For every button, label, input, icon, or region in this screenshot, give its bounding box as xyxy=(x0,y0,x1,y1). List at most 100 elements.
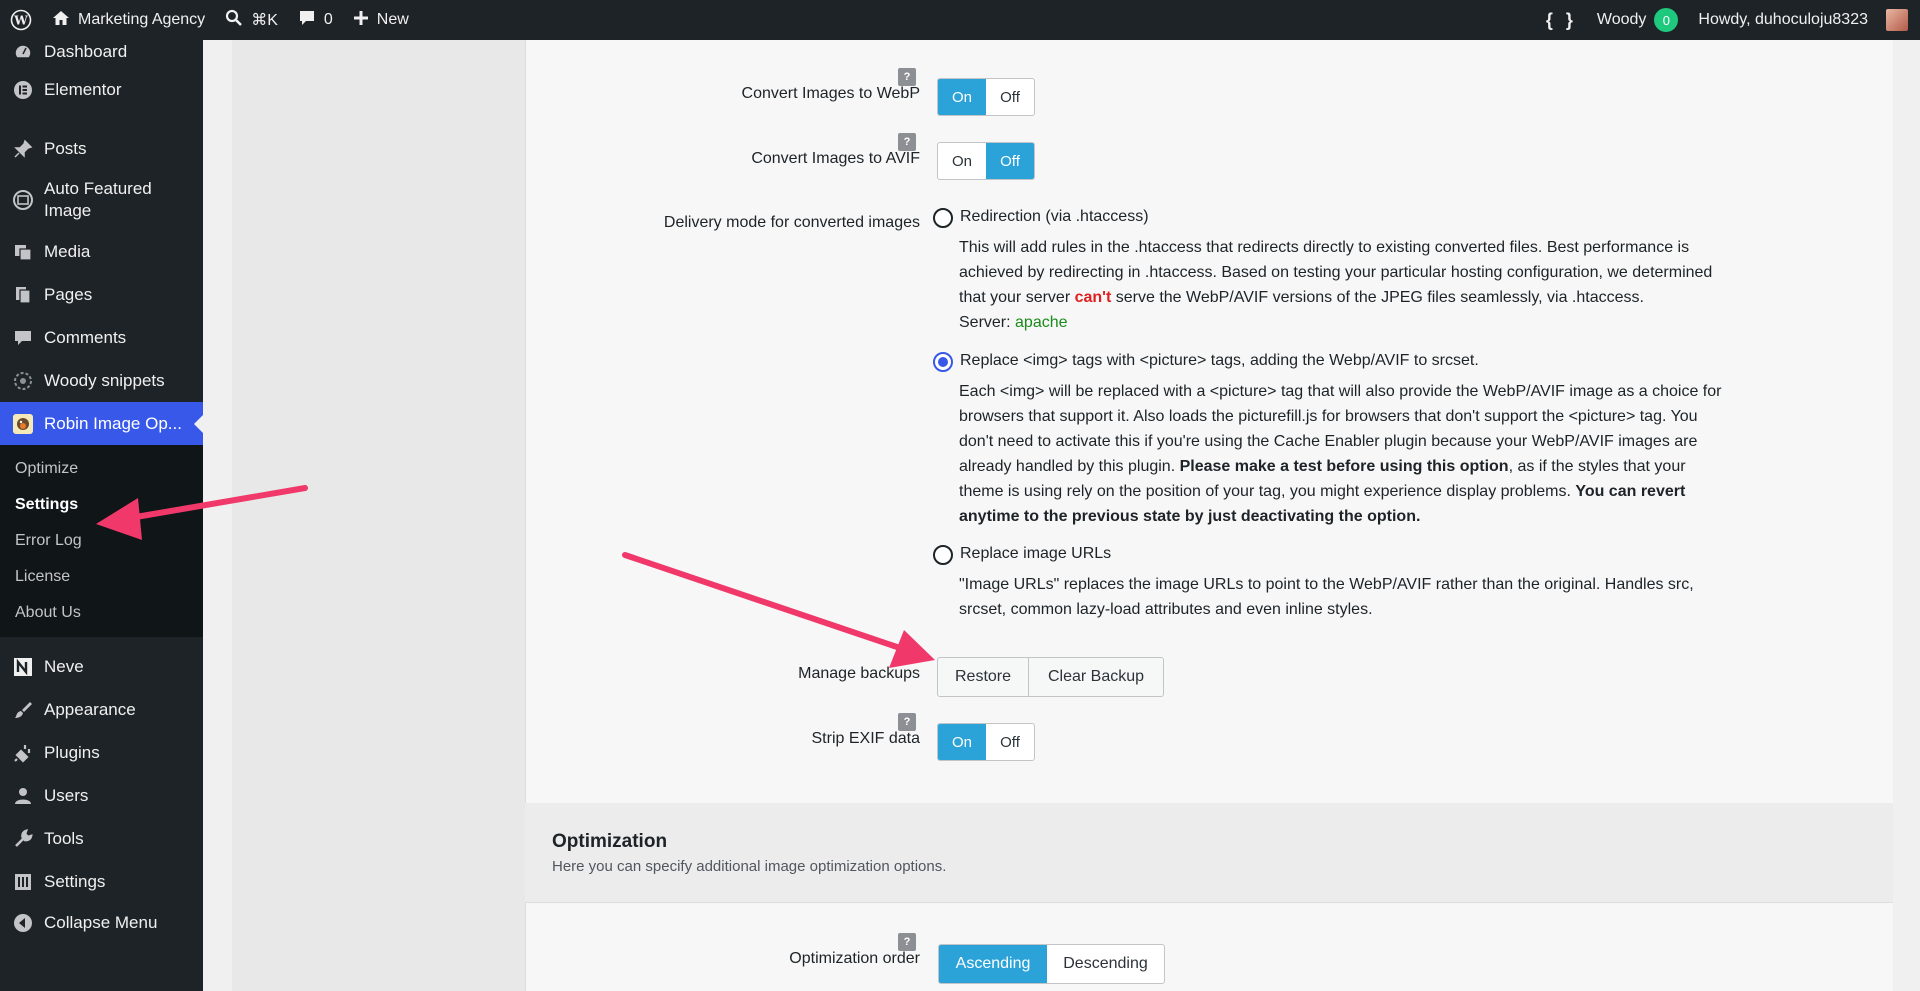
descending-option[interactable]: Descending xyxy=(1047,945,1164,983)
delivery-option-urls-desc: "Image URLs" replaces the image URLs to … xyxy=(959,572,1789,622)
home-icon xyxy=(52,9,70,32)
optimization-order-label: Optimization order xyxy=(789,950,920,967)
settings-icon xyxy=(12,871,34,893)
sidebar-item-woody-snippets[interactable]: Woody snippets xyxy=(0,359,203,402)
pin-icon xyxy=(12,138,34,160)
desc-line: don't need to activate this if you're us… xyxy=(959,433,1698,450)
sidebar-item-auto-featured-image[interactable]: Auto Featured Image xyxy=(0,170,203,230)
new-content-link[interactable]: New xyxy=(343,0,419,40)
clear-backup-button[interactable]: Clear Backup xyxy=(1029,658,1163,696)
exif-on-option[interactable]: On xyxy=(938,724,986,760)
content-right-edge xyxy=(1893,40,1920,991)
server-label: Server: xyxy=(959,314,1016,331)
server-line: Server: apache xyxy=(959,310,1789,335)
optimization-title: Optimization xyxy=(552,831,668,852)
search-icon xyxy=(225,9,243,32)
delivery-mode-label: Delivery mode for converted images xyxy=(663,214,920,231)
submenu-item-error-log[interactable]: Error Log xyxy=(0,523,203,559)
sidebar-item-label: Tools xyxy=(44,828,84,848)
submenu-item-license[interactable]: License xyxy=(0,559,203,595)
comments-link[interactable]: 0 xyxy=(288,0,343,40)
help-icon[interactable]: ? xyxy=(898,933,916,951)
desc-line: achieved by redirecting in .htaccess. Ba… xyxy=(959,264,1713,281)
code-snippets-link[interactable]: { } xyxy=(1536,0,1587,40)
manage-backups-label: Manage backups xyxy=(798,665,920,682)
sidebar-item-label: Dashboard xyxy=(44,42,128,61)
comment-icon xyxy=(298,9,316,32)
howdy-text: Howdy, duhoculoju8323 xyxy=(1698,11,1868,28)
brush-icon xyxy=(12,699,34,721)
content-gutter xyxy=(203,40,232,991)
sidebar-item-label: Plugins xyxy=(44,742,100,762)
webp-off-option[interactable]: Off xyxy=(986,79,1034,115)
exif-toggle[interactable]: On Off xyxy=(937,723,1035,761)
sidebar-item-robin-image-optimizer[interactable]: Robin Image Op... xyxy=(0,402,203,445)
account-menu[interactable]: Howdy, duhoculoju8323 xyxy=(1688,0,1920,40)
optimization-section-header: Optimization Here you can specify additi… xyxy=(525,803,1893,903)
sidebar-item-settings[interactable]: Settings xyxy=(0,860,203,903)
submenu-item-settings[interactable]: Settings xyxy=(0,487,203,523)
sidebar-item-users[interactable]: Users xyxy=(0,774,203,817)
submenu-item-about-us[interactable]: About Us xyxy=(0,595,203,631)
wordpress-logo-icon[interactable]: W xyxy=(0,0,42,40)
desc-line: anytime to the previous state by just de… xyxy=(959,504,1789,529)
avif-toggle[interactable]: On Off xyxy=(937,142,1035,180)
ascending-option[interactable]: Ascending xyxy=(939,945,1047,983)
help-icon[interactable]: ? xyxy=(898,133,916,151)
sidebar-item-media[interactable]: Media xyxy=(0,230,203,273)
webp-on-option[interactable]: On xyxy=(938,79,986,115)
code-braces-icon: { } xyxy=(1545,9,1577,30)
server-value: apache xyxy=(1015,314,1068,331)
backup-buttons: Restore Clear Backup xyxy=(937,657,1164,697)
command-search[interactable]: ⌘K xyxy=(215,0,288,40)
auto-image-icon xyxy=(12,189,34,211)
exif-off-option[interactable]: Off xyxy=(986,724,1034,760)
avif-off-option[interactable]: Off xyxy=(986,143,1034,179)
wrench-icon xyxy=(12,828,34,850)
delivery-option-picture-title: Replace <img> tags with <picture> tags, … xyxy=(960,352,1479,369)
pages-icon xyxy=(12,284,34,306)
delivery-radio-image-urls[interactable] xyxy=(933,545,953,565)
webp-label: Convert Images to WebP xyxy=(741,85,920,102)
desc-text: already handled by this plugin. xyxy=(959,458,1180,475)
sidebar-item-posts[interactable]: Posts xyxy=(0,127,203,170)
submenu-item-optimize[interactable]: Optimize xyxy=(0,451,203,487)
admin-bar: W Marketing Agency ⌘K 0 New { } Woody 0 xyxy=(0,0,1920,40)
delivery-radio-picture-tags[interactable] xyxy=(933,352,953,372)
help-icon[interactable]: ? xyxy=(898,68,916,86)
search-shortcut: ⌘K xyxy=(251,12,278,29)
sidebar-item-appearance[interactable]: Appearance xyxy=(0,688,203,731)
avif-on-option[interactable]: On xyxy=(938,143,986,179)
sidebar-item-comments[interactable]: Comments xyxy=(0,316,203,359)
sidebar-item-dashboard[interactable]: Dashboard xyxy=(0,36,203,68)
woody-menu[interactable]: Woody 0 xyxy=(1587,0,1689,40)
sidebar-item-label: Auto Featured Image xyxy=(44,179,152,220)
desc-line: browsers that support it. Also loads the… xyxy=(959,408,1698,425)
delivery-option-picture-desc: Each <img> will be replaced with a <pict… xyxy=(959,379,1789,529)
delivery-radio-redirection[interactable] xyxy=(933,208,953,228)
desc-line: srcset, common lazy-load attributes and … xyxy=(959,601,1373,618)
strip-exif-label: Strip EXIF data xyxy=(811,730,921,747)
sidebar-item-label: Neve xyxy=(44,656,84,676)
optimization-subtitle: Here you can specify additional image op… xyxy=(552,858,947,875)
settings-left-panel xyxy=(232,40,525,991)
sidebar-item-label: Pages xyxy=(44,284,93,304)
sidebar-item-plugins[interactable]: Plugins xyxy=(0,731,203,774)
desc-line: that your server can't serve the WebP/AV… xyxy=(959,285,1789,310)
optimization-order-toggle[interactable]: Ascending Descending xyxy=(938,944,1165,984)
collapse-menu-button[interactable]: Collapse Menu xyxy=(0,903,203,943)
restore-button[interactable]: Restore xyxy=(938,658,1029,696)
sidebar-item-label: Robin Image Op... xyxy=(44,413,182,433)
site-name-link[interactable]: Marketing Agency xyxy=(42,0,215,40)
sidebar-item-label: Settings xyxy=(44,871,106,891)
help-icon[interactable]: ? xyxy=(898,713,916,731)
sidebar-item-pages[interactable]: Pages xyxy=(0,273,203,316)
delivery-option-redirection-title: Redirection (via .htaccess) xyxy=(960,208,1149,225)
sidebar-item-label: Posts xyxy=(44,138,87,158)
desc-text: that your server xyxy=(959,289,1075,306)
sidebar-item-neve[interactable]: Neve xyxy=(0,645,203,688)
webp-toggle[interactable]: On Off xyxy=(937,78,1035,116)
sidebar-item-elementor[interactable]: Elementor xyxy=(0,68,203,111)
desc-text: , as if the styles that your xyxy=(1508,458,1686,475)
sidebar-item-tools[interactable]: Tools xyxy=(0,817,203,860)
